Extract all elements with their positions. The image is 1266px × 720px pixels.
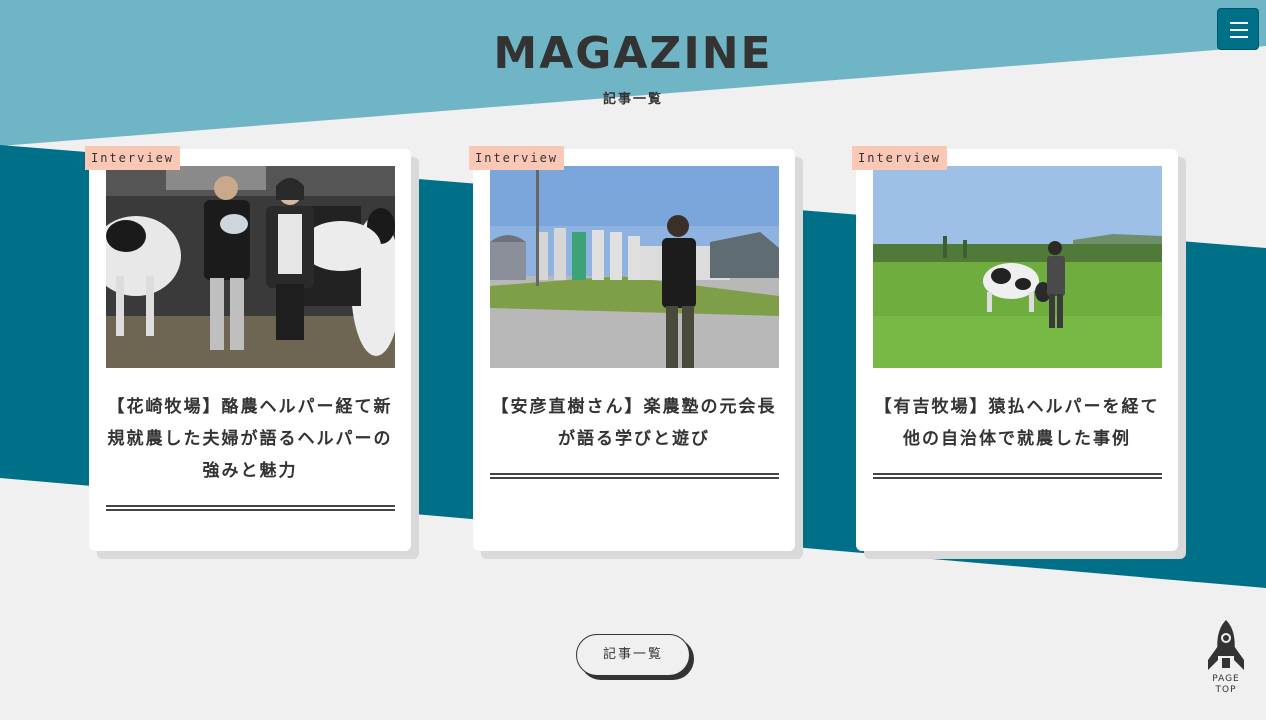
section-title: MAGAZINE	[493, 28, 773, 79]
rocket-icon	[1208, 620, 1244, 670]
divider	[873, 473, 1162, 479]
pasture-cow-photo	[873, 166, 1162, 368]
farm-silos-image	[490, 166, 779, 368]
article-title[interactable]: 【安彦直樹さん】楽農塾の元会長が語る学びと遊び	[483, 391, 785, 455]
section-subtitle: 記事一覧	[602, 92, 663, 107]
category-badge: Interview	[469, 146, 565, 170]
divider	[106, 505, 395, 511]
page-top-button[interactable]: PAGE TOP	[1200, 618, 1252, 698]
page-top-label: PAGE TOP	[1200, 674, 1252, 696]
article-title[interactable]: 【有吉牧場】猿払ヘルパーを経て他の自治体で就農した事例	[866, 391, 1168, 455]
article-card[interactable]: 【安彦直樹さん】楽農塾の元会長が語る学びと遊び	[473, 149, 795, 551]
category-badge: Interview	[85, 146, 181, 170]
farm-couple-image	[106, 166, 395, 368]
page-top-line2: TOP	[1215, 685, 1237, 695]
farm-couple-photo	[106, 166, 395, 368]
page-top-line1: PAGE	[1212, 674, 1240, 684]
category-badge: Interview	[852, 146, 948, 170]
divider	[490, 473, 779, 479]
farm-silos-photo	[490, 166, 779, 368]
article-card[interactable]: 【有吉牧場】猿払ヘルパーを経て他の自治体で就農した事例	[856, 149, 1178, 551]
article-card[interactable]: 【花崎牧場】酪農ヘルパー経て新規就農した夫婦が語るヘルパーの強みと魅力	[89, 149, 411, 551]
article-list-button[interactable]: 記事一覧	[576, 634, 690, 676]
hamburger-icon	[1230, 22, 1248, 24]
article-title[interactable]: 【花崎牧場】酪農ヘルパー経て新規就農した夫婦が語るヘルパーの強みと魅力	[99, 391, 401, 487]
pasture-cow-image	[873, 166, 1162, 368]
